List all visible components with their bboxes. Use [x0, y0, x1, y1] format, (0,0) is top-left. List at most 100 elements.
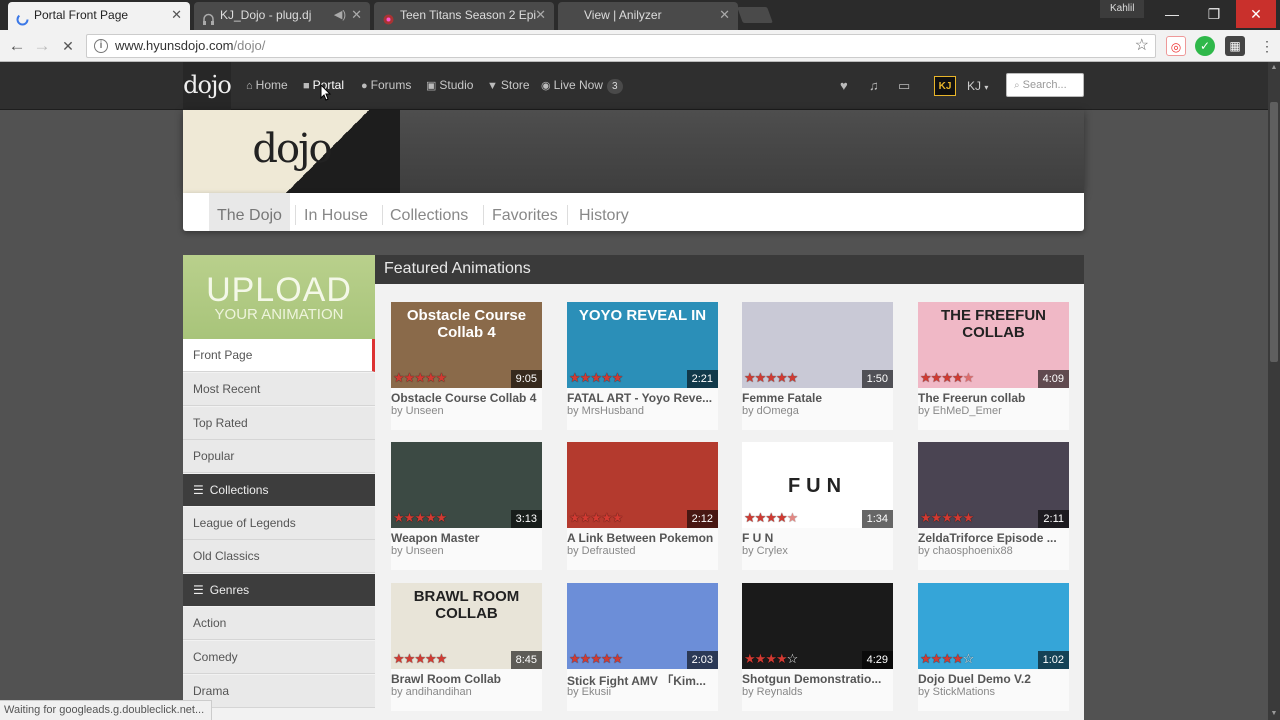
video-card[interactable]: BRAWL ROOM COLLAB ★★★★★ 8:45 Brawl Room Col… — [391, 583, 542, 711]
video-thumbnail[interactable]: ★★★★★ 2:11 — [918, 442, 1069, 528]
nav-home[interactable]: ⌂ Home — [246, 62, 288, 110]
scroll-down-icon[interactable]: ▼ — [1268, 708, 1280, 720]
site-logo[interactable]: dojo — [183, 62, 232, 110]
video-thumbnail[interactable]: ★★★★★ 3:13 — [391, 442, 542, 528]
extension-check-icon[interactable]: ✓ — [1195, 36, 1215, 56]
forward-arrow-icon[interactable]: → — [31, 35, 53, 57]
close-tab-icon[interactable]: ✕ — [535, 2, 546, 28]
username-dropdown[interactable]: KJ ▾ — [967, 62, 988, 112]
sidebar-item-old-classics[interactable]: Old Classics — [183, 540, 375, 573]
video-card[interactable]: Obstacle Course Collab 4 ★★★★★ 9:05 Obstacl… — [391, 302, 542, 430]
browser-tab-portal[interactable]: Portal Front Page ✕ — [8, 2, 190, 30]
nav-store[interactable]: ▼ Store — [487, 62, 530, 110]
video-title[interactable]: FATAL ART - Yoyo Reve... — [567, 391, 718, 405]
browser-tab-plugdj[interactable]: KJ_Dojo - plug.dj ◀) ✕ — [194, 2, 370, 30]
tab-collections[interactable]: Collections — [382, 193, 476, 231]
tab-history[interactable]: History — [571, 193, 637, 231]
scroll-up-icon[interactable]: ▲ — [1268, 62, 1280, 74]
video-author[interactable]: by Unseen — [391, 545, 542, 557]
sidebar-item-front-page[interactable]: Front Page — [183, 339, 375, 372]
video-title[interactable]: ZeldaTriforce Episode ... — [918, 531, 1069, 545]
video-title[interactable]: Femme Fatale — [742, 391, 893, 405]
inbox-icon[interactable]: ▭ — [898, 62, 910, 110]
tab-the-dojo[interactable]: The Dojo — [209, 193, 290, 231]
video-thumbnail[interactable]: ★★★★☆ 4:29 — [742, 583, 893, 669]
video-thumbnail[interactable]: ★★★★★ 2:12 — [567, 442, 718, 528]
video-thumbnail[interactable]: FUN ★★★★★ 1:34 — [742, 442, 893, 528]
video-card[interactable]: ★★★★★ 2:03 Stick Fight AMV 「Kim... by Ekusi… — [567, 583, 718, 711]
video-title[interactable]: Brawl Room Collab — [391, 672, 542, 686]
video-title[interactable]: F U N — [742, 531, 893, 545]
video-title[interactable]: Dojo Duel Demo V.2 — [918, 672, 1069, 686]
video-author[interactable]: by EhMeD_Emer — [918, 405, 1069, 417]
nav-live-now[interactable]: ◉ Live Now 3 — [541, 62, 623, 110]
browser-tab-anilyzer[interactable]: View | Anilyzer ✕ — [558, 2, 738, 30]
video-title[interactable]: A Link Between Pokemon — [567, 531, 718, 545]
video-author[interactable]: by chaosphoenix88 — [918, 545, 1069, 557]
banner-logo[interactable]: dojo — [183, 110, 400, 193]
video-author[interactable]: by andihandihan — [391, 686, 542, 698]
video-author[interactable]: by MrsHusband — [567, 405, 718, 417]
video-card[interactable]: THE FREEFUN COLLAB ★★★★★ 4:09 The Freerun c… — [918, 302, 1069, 430]
nav-forums[interactable]: ● Forums — [361, 62, 411, 110]
heart-icon[interactable]: ♥ — [840, 62, 848, 110]
sidebar-item-action[interactable]: Action — [183, 607, 375, 640]
profile-button[interactable]: Kahlil — [1100, 0, 1145, 18]
close-tab-icon[interactable]: ✕ — [171, 2, 182, 28]
video-title[interactable]: The Freerun collab — [918, 391, 1069, 405]
sidebar-item-popular[interactable]: Popular — [183, 440, 375, 473]
close-tab-icon[interactable]: ✕ — [719, 2, 730, 28]
video-author[interactable]: by StickMations — [918, 686, 1069, 698]
video-title[interactable]: Weapon Master — [391, 531, 542, 545]
sidebar-item-comedy[interactable]: Comedy — [183, 641, 375, 674]
video-author[interactable]: by Unseen — [391, 405, 542, 417]
window-close-icon[interactable]: ✕ — [1236, 0, 1276, 28]
address-bar[interactable]: i www.hyunsdojo.com/dojo/ ☆ — [86, 34, 1156, 58]
video-card[interactable]: ★★★★☆ 4:29 Shotgun Demonstratio... by Reyna… — [742, 583, 893, 711]
video-thumbnail[interactable]: BRAWL ROOM COLLAB ★★★★★ 8:45 — [391, 583, 542, 669]
sidebar-item-league-of-legends[interactable]: League of Legends — [183, 507, 375, 540]
video-thumbnail[interactable]: ★★★★★ 1:50 — [742, 302, 893, 388]
video-title[interactable]: Obstacle Course Collab 4 — [391, 391, 542, 405]
menu-dots-icon[interactable]: ⋮ — [1256, 35, 1278, 57]
extension-badge-icon[interactable]: ▦ — [1225, 36, 1245, 56]
nav-studio[interactable]: ▣ Studio — [426, 62, 473, 110]
video-card[interactable]: YOYO REVEAL IN ★★★★★ 2:21 FATAL ART - Yoyo … — [567, 302, 718, 430]
avatar[interactable]: KJ — [934, 76, 956, 96]
browser-tab-teen-titans[interactable]: Teen Titans Season 2 Epi ✕ — [374, 2, 554, 30]
speaker-icon[interactable]: ◀) — [334, 2, 346, 28]
sidebar-item-top-rated[interactable]: Top Rated — [183, 407, 375, 440]
video-title[interactable]: Shotgun Demonstratio... — [742, 672, 893, 686]
sidebar-item-most-recent[interactable]: Most Recent — [183, 373, 375, 406]
video-thumbnail[interactable]: Obstacle Course Collab 4 ★★★★★ 9:05 — [391, 302, 542, 388]
video-thumbnail[interactable]: THE FREEFUN COLLAB ★★★★★ 4:09 — [918, 302, 1069, 388]
tab-favorites[interactable]: Favorites — [484, 193, 566, 231]
video-card[interactable]: ★★★★☆ 1:02 Dojo Duel Demo V.2 by StickMatio… — [918, 583, 1069, 711]
video-thumbnail[interactable]: ★★★★★ 2:03 — [567, 583, 718, 669]
video-thumbnail[interactable]: YOYO REVEAL IN ★★★★★ 2:21 — [567, 302, 718, 388]
video-card[interactable]: ★★★★★ 3:13 Weapon Master by Unseen — [391, 442, 542, 570]
video-card[interactable]: FUN ★★★★★ 1:34 F U Nby Crylex — [742, 442, 893, 570]
restore-icon[interactable]: ❐ — [1194, 0, 1234, 28]
video-thumbnail[interactable]: ★★★★☆ 1:02 — [918, 583, 1069, 669]
info-icon[interactable]: i — [94, 39, 108, 53]
scrollbar-thumb[interactable] — [1270, 102, 1278, 362]
new-tab-button[interactable] — [737, 7, 773, 23]
bookmark-star-icon[interactable]: ☆ — [1135, 35, 1149, 57]
back-arrow-icon[interactable]: ← — [6, 35, 28, 57]
page-scrollbar[interactable]: ▲ ▼ — [1268, 62, 1280, 720]
close-tab-icon[interactable]: ✕ — [351, 2, 362, 28]
video-author[interactable]: by Defrausted — [567, 545, 718, 557]
minimize-icon[interactable]: — — [1152, 0, 1192, 28]
site-search-input[interactable]: ⌕ Search... — [1006, 73, 1084, 97]
extension-camera-icon[interactable]: ◎ — [1166, 36, 1186, 56]
video-author[interactable]: by dOmega — [742, 405, 893, 417]
video-card[interactable]: ★★★★★ 1:50 Femme Fatale by dOmega — [742, 302, 893, 430]
tab-in-house[interactable]: In House — [296, 193, 376, 231]
stop-loading-icon[interactable]: ✕ — [57, 35, 79, 57]
video-author[interactable]: by Reynalds — [742, 686, 893, 698]
bell-icon[interactable]: ♫ — [869, 62, 879, 110]
video-author[interactable]: by Crylex — [742, 545, 893, 557]
video-card[interactable]: ★★★★★ 2:12 A Link Between Pokemon by Defrau… — [567, 442, 718, 570]
video-author[interactable]: by Ekusii — [567, 686, 718, 698]
